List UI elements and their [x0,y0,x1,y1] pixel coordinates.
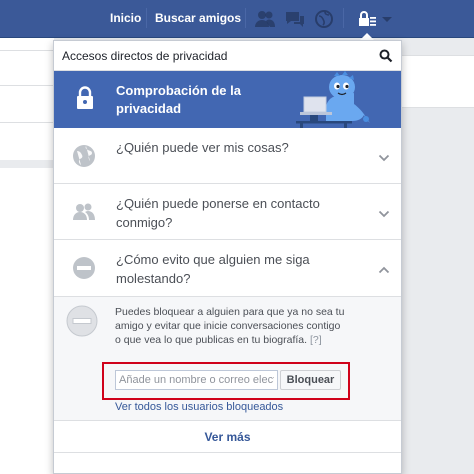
privacy-item-label: ¿Quién puede ver mis cosas? [116,140,289,155]
divider [0,50,54,51]
chevron-down-icon [378,206,390,218]
see-more-link[interactable]: Ver más [54,421,401,453]
block-name-input[interactable] [115,370,278,390]
lock-icon [76,86,94,110]
account-menu-icon[interactable] [380,9,394,29]
background-gap [0,160,54,168]
dropdown-caret [360,33,374,40]
background-left-column [0,38,54,474]
divider [0,85,54,86]
privacy-checkup-banner[interactable]: Comprobación de la privacidad [54,71,401,128]
chevron-down-icon [378,150,390,162]
block-icon [66,305,98,337]
privacy-checkup-title: Comprobación de la privacidad [116,83,241,116]
people-icon [72,200,96,224]
privacy-shortcuts-icon [356,9,378,29]
block-description: Puedes bloquear a alguien para que ya no… [115,305,347,347]
friend-requests-icon[interactable] [254,9,276,29]
nav-separator [245,8,246,28]
privacy-shortcuts-dropdown: Accesos directos de privacidad Comprobac… [53,40,402,474]
globe-icon [72,144,96,168]
block-icon [72,256,96,280]
dinosaur-mascot-icon [282,71,372,128]
block-user-panel: Puedes bloquear a alguien para que ya no… [54,297,401,421]
privacy-item-who-can-see[interactable]: ¿Quién puede ver mis cosas? [54,128,401,184]
messages-icon[interactable] [284,9,306,29]
background-panel [402,55,474,108]
search-icon[interactable] [379,49,393,63]
dropdown-header: Accesos directos de privacidad [54,41,401,71]
divider [0,122,54,123]
privacy-item-label: ¿Cómo evito que alguien me siga molestan… [116,252,310,286]
block-button[interactable]: Bloquear [280,370,341,390]
dropdown-title: Accesos directos de privacidad [62,49,228,63]
nav-separator [343,8,344,28]
notifications-icon[interactable] [313,9,335,29]
chevron-up-icon [378,262,390,274]
privacy-item-who-can-contact[interactable]: ¿Quién puede ponerse en contacto conmigo… [54,184,401,240]
background-right-column [402,38,474,474]
help-link[interactable]: [?] [310,334,322,346]
nav-separator [146,8,147,28]
top-navigation-bar: Inicio Buscar amigos [0,0,474,38]
privacy-item-label: ¿Quién puede ponerse en contacto conmigo… [116,196,320,230]
find-friends-link[interactable]: Buscar amigos [155,11,241,25]
privacy-item-stop-bothering[interactable]: ¿Cómo evito que alguien me siga molestan… [54,240,401,297]
see-blocked-users-link[interactable]: Ver todos los usuarios bloqueados [115,401,283,413]
home-link[interactable]: Inicio [110,11,141,25]
